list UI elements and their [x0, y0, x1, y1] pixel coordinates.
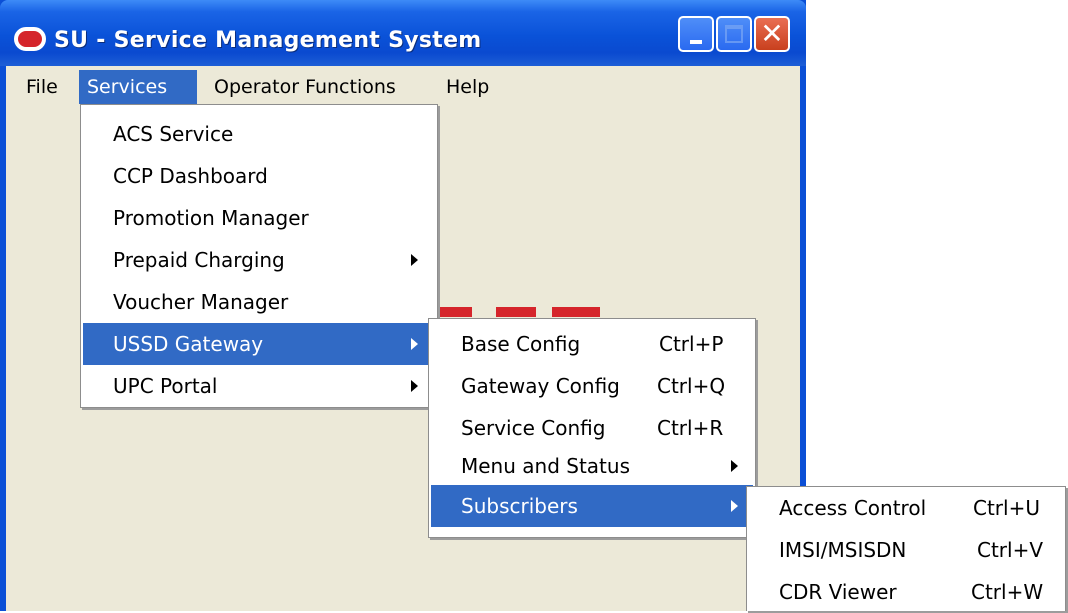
subscribers-submenu: Access Control Ctrl+U IMSI/MSISDN Ctrl+V…: [746, 486, 1066, 611]
menu-item-label: IMSI/MSISDN: [779, 538, 907, 562]
chevron-right-icon: [411, 338, 418, 350]
menu-item-label: Access Control: [779, 496, 927, 520]
ussd-gateway-submenu: Base Config Ctrl+P Gateway Config Ctrl+Q…: [428, 318, 756, 538]
menu-item-acs-service[interactable]: ACS Service: [83, 113, 435, 155]
menu-item-gateway-config[interactable]: Gateway Config Ctrl+Q: [431, 365, 753, 407]
menu-item-voucher-manager[interactable]: Voucher Manager: [83, 281, 435, 323]
menu-item-menu-and-status[interactable]: Menu and Status: [431, 445, 753, 487]
menu-item-ussd-gateway[interactable]: USSD Gateway: [83, 323, 435, 365]
menu-item-label: Prepaid Charging: [113, 248, 285, 272]
close-icon: ✕: [760, 17, 784, 50]
title-bar[interactable]: SU - Service Management System ✕: [0, 0, 806, 66]
window-title: SU - Service Management System: [54, 28, 482, 53]
maximize-button[interactable]: [716, 16, 752, 52]
menu-item-label: UPC Portal: [113, 374, 218, 398]
menu-item-label: Voucher Manager: [113, 290, 289, 314]
menu-item-label: Service Config: [461, 416, 606, 440]
menu-item-label: CCP Dashboard: [113, 164, 268, 188]
menu-bar: File Services Operator Functions Help: [6, 70, 800, 104]
shortcut-label: Ctrl+U: [973, 496, 1040, 520]
shortcut-label: Ctrl+P: [659, 332, 724, 356]
close-button[interactable]: ✕: [754, 16, 790, 52]
menu-item-imsi-msisdn[interactable]: IMSI/MSISDN Ctrl+V: [749, 529, 1063, 571]
menu-item-label: Gateway Config: [461, 374, 620, 398]
menu-item-prepaid-charging[interactable]: Prepaid Charging: [83, 239, 435, 281]
chevron-right-icon: [411, 254, 418, 266]
menu-item-label: Subscribers: [461, 494, 578, 518]
shortcut-label: Ctrl+Q: [657, 374, 726, 398]
menu-item-label: CDR Viewer: [779, 580, 897, 604]
minimize-button[interactable]: [678, 16, 714, 52]
services-menu: ACS Service CCP Dashboard Promotion Mana…: [80, 104, 438, 408]
oracle-logo-icon[interactable]: [14, 27, 46, 51]
menu-item-label: Promotion Manager: [113, 206, 309, 230]
shortcut-label: Ctrl+R: [657, 416, 724, 440]
menu-item-ccp-dashboard[interactable]: CCP Dashboard: [83, 155, 435, 197]
menu-item-promotion-manager[interactable]: Promotion Manager: [83, 197, 435, 239]
menu-file[interactable]: File: [18, 70, 66, 104]
menu-help[interactable]: Help: [438, 70, 497, 104]
menu-item-base-config[interactable]: Base Config Ctrl+P: [431, 323, 753, 365]
chevron-right-icon: [411, 380, 418, 392]
menu-item-label: USSD Gateway: [113, 332, 264, 356]
chevron-right-icon: [731, 460, 738, 472]
menu-item-label: ACS Service: [113, 122, 234, 146]
menu-services[interactable]: Services: [79, 70, 197, 104]
menu-item-access-control[interactable]: Access Control Ctrl+U: [749, 487, 1063, 529]
chevron-right-icon: [731, 500, 738, 512]
menu-item-label: Menu and Status: [461, 454, 630, 478]
menu-item-upc-portal[interactable]: UPC Portal: [83, 365, 435, 407]
menu-operator-functions[interactable]: Operator Functions: [206, 70, 404, 104]
menu-item-service-config[interactable]: Service Config Ctrl+R: [431, 407, 753, 449]
shortcut-label: Ctrl+W: [971, 580, 1044, 604]
menu-item-cdr-viewer[interactable]: CDR Viewer Ctrl+W: [749, 571, 1063, 613]
menu-item-label: Base Config: [461, 332, 581, 356]
shortcut-label: Ctrl+V: [977, 538, 1044, 562]
menu-item-subscribers[interactable]: Subscribers: [431, 485, 753, 527]
